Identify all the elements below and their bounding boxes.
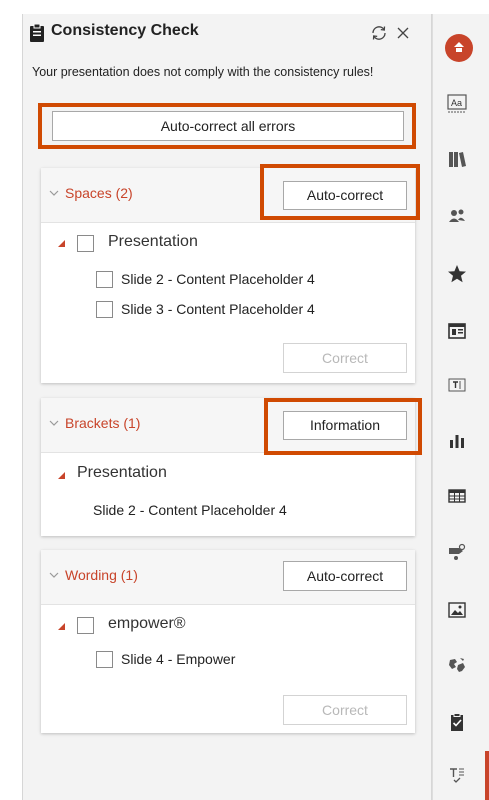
slide-layout-icon[interactable] (446, 320, 468, 342)
chevron-down-icon[interactable] (49, 419, 59, 427)
library-icon[interactable] (446, 148, 468, 170)
brackets-section: Brackets (1) Information Presentation Sl… (41, 398, 415, 536)
expand-triangle-icon[interactable] (57, 471, 66, 480)
sidebar-active-indicator (485, 751, 489, 800)
text-style-icon[interactable]: Aa (446, 92, 468, 114)
list-item[interactable]: Slide 2 - Content Placeholder 4 (121, 271, 315, 287)
text-box-icon[interactable] (446, 374, 468, 396)
list-item[interactable]: Slide 2 - Content Placeholder 4 (93, 502, 287, 518)
list-item[interactable]: Slide 3 - Content Placeholder 4 (121, 301, 315, 317)
expand-triangle-icon[interactable] (57, 239, 66, 248)
wording-section: Wording (1) Auto-correct empower® Slide … (41, 550, 415, 733)
map-icon[interactable] (446, 655, 468, 677)
wording-section-title: Wording (1) (65, 567, 138, 583)
spaces-auto-correct-button[interactable]: Auto-correct (283, 181, 407, 210)
close-icon[interactable] (392, 22, 414, 44)
spaces-section: Spaces (2) Auto-correct Presentation Sli… (41, 168, 415, 383)
compliance-message: Your presentation does not comply with t… (32, 65, 374, 79)
smart-shapes-icon[interactable] (446, 541, 468, 563)
list-item[interactable]: Slide 4 - Empower (121, 651, 235, 667)
tree-root-label: empower® (108, 615, 186, 632)
tree-root-label: Presentation (108, 233, 198, 250)
item-checkbox[interactable] (96, 301, 113, 318)
spaces-correct-button[interactable]: Correct (283, 343, 407, 373)
panel-header: Consistency Check (30, 20, 366, 48)
header-actions (368, 22, 420, 46)
item-checkbox[interactable] (96, 271, 113, 288)
svg-text:Aa: Aa (451, 98, 462, 108)
image-icon[interactable] (446, 599, 468, 621)
auto-correct-all-button[interactable]: Auto-correct all errors (52, 111, 404, 141)
clipboard-icon (30, 24, 44, 42)
consistency-check-icon[interactable] (446, 764, 468, 786)
wording-correct-button[interactable]: Correct (283, 695, 407, 725)
item-checkbox[interactable] (96, 651, 113, 668)
people-icon[interactable] (446, 205, 468, 227)
empower-logo-icon[interactable] (444, 33, 474, 63)
chart-icon[interactable] (446, 429, 468, 451)
chevron-down-icon[interactable] (49, 189, 59, 197)
tool-sidebar: Aa (432, 14, 489, 800)
clipboard-check-icon[interactable] (446, 711, 468, 733)
brackets-information-button[interactable]: Information (283, 411, 407, 440)
empower-checkbox[interactable] (77, 617, 94, 634)
wording-auto-correct-button[interactable]: Auto-correct (283, 561, 407, 591)
star-icon[interactable] (446, 263, 468, 285)
tree-root-label: Presentation (77, 464, 167, 481)
presentation-checkbox[interactable] (77, 235, 94, 252)
brackets-section-title: Brackets (1) (65, 415, 141, 431)
panel-title: Consistency Check (51, 22, 199, 39)
expand-triangle-icon[interactable] (57, 622, 66, 631)
chevron-down-icon[interactable] (49, 571, 59, 579)
spaces-section-title: Spaces (2) (65, 185, 133, 201)
table-icon[interactable] (446, 485, 468, 507)
refresh-icon[interactable] (368, 22, 390, 44)
